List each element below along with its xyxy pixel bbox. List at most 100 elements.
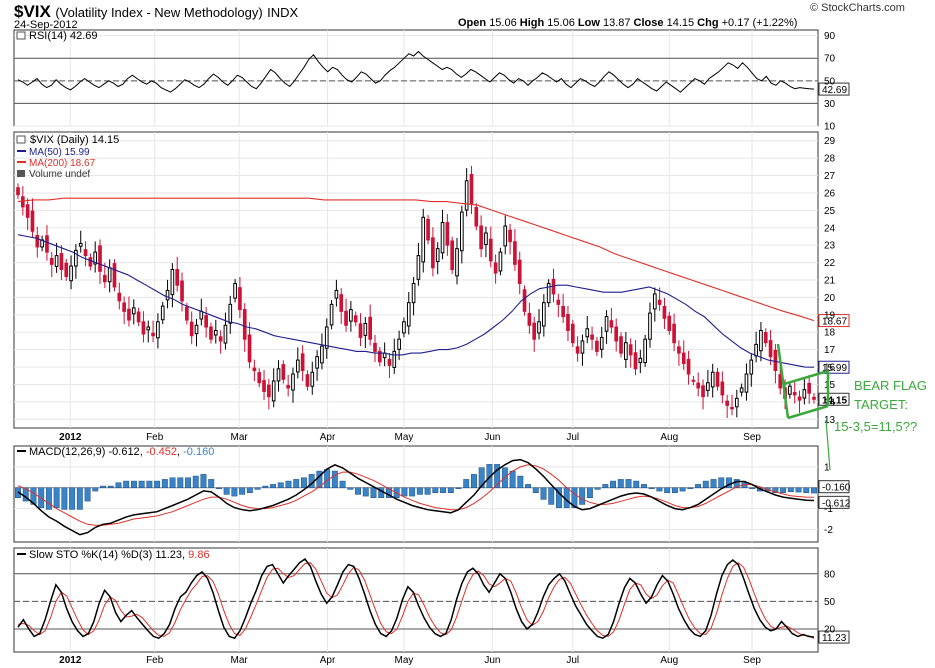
candle-body [599,336,604,350]
sto-legend: Slow STO %K(14) %D(3) 11.23, 9.86 [29,549,210,561]
candle-body [792,391,797,396]
open-label: Open [458,17,487,29]
price-xtick-label: Jul [566,432,579,443]
candle-body [223,324,228,344]
price-xtick-label: May [394,432,413,443]
candle-body [522,289,527,312]
macd-histogram-bar [169,477,176,488]
candle-body [464,180,469,211]
macd-histogram-bar [625,479,632,488]
candle-body [49,257,54,265]
macd-legend: MACD(12,26,9) -0.612, -0.452, -0.160 [29,446,214,458]
macd-histogram-bar [710,479,717,488]
price-ytick-label: 22 [824,258,836,269]
macd-hist-value: -0.160 [822,483,851,494]
candle-body [595,340,599,352]
price-ytick-label: 17 [824,345,836,356]
candle-body [329,303,334,326]
candle-body [657,299,662,305]
macd-histogram-bar [285,480,292,488]
candle-body [734,397,739,408]
flag-upper-line [783,369,829,386]
macd-histogram-bar [45,487,52,510]
macd-histogram-bar [130,480,137,488]
macd-histogram-bar [84,487,91,502]
macd-histogram-bar [339,480,346,488]
sto-xtick-label: Aug [660,655,678,666]
macd-histogram-bar [594,487,601,490]
sto-xtick-label: May [394,655,413,666]
candle-body [585,328,590,338]
macd-histogram-bar [679,487,686,492]
annotation-line-2: TARGET: [854,397,908,412]
candle-body [812,396,816,400]
candle-body [725,400,729,406]
candle-body [373,342,377,352]
low-value: 13.87 [602,17,631,29]
candle-body [706,382,710,391]
candle-body [662,305,667,319]
price-legend-swatch [16,135,26,144]
macd-histogram-bar [100,485,106,488]
macd-histogram-bar [223,487,230,495]
index-name: (Volatility Index - New Methodology) [55,5,263,20]
macd-histogram-bar [146,480,153,488]
macd-histogram-bar [107,485,114,488]
rsi-legend: RSI(14) 42.69 [29,30,97,42]
candle-body [204,315,208,328]
candle-body [69,265,73,282]
candle-body [402,321,406,334]
macd-histogram-bar [617,479,624,488]
macd-histogram-bar [455,487,462,489]
candle-body [122,302,126,312]
macd-histogram-bar [803,487,810,493]
macd-histogram-bar [69,487,76,510]
macd-histogram-bar [370,487,377,499]
candle-body [185,306,189,321]
chg-label: Chg [697,17,719,29]
candle-body [300,353,305,372]
macd-histogram-bar [208,479,215,488]
price-ytick-label: 25 [824,206,836,217]
candle-body [435,248,440,263]
candle-body [368,316,373,340]
price-ytick-label: 20 [824,293,836,304]
macd-histogram-bar [532,487,539,493]
candle-body [349,309,353,322]
macd-histogram-bar [749,487,756,489]
macd-histogram-bar [231,487,238,497]
candle-body [696,382,701,389]
candle-body [247,334,252,363]
candle-body [527,312,532,326]
rsi-ytick-label: 50 [824,76,836,87]
macd-histogram-bar [424,487,431,495]
candle-body [763,332,768,344]
macd-histogram-bar [262,485,269,488]
macd-histogram-bar [177,477,184,488]
macd-histogram-bar [362,487,369,497]
candle-body [20,196,25,208]
sto-xtick-label: 2012 [59,655,82,666]
candle-body [556,299,561,305]
candle-body [720,381,725,396]
candle-body [83,249,88,257]
candle-body [754,343,758,357]
price-ytick-label: 26 [824,188,836,199]
candle-body [281,364,286,380]
candle-body [802,389,807,399]
macd-histogram-bar [432,487,439,493]
candle-body [209,326,213,340]
price-xtick-label: Jun [484,432,500,443]
candle-body [440,222,445,254]
ohlc-summary: Open 15.06 High 15.06 Low 13.87 Close 14… [458,17,797,29]
price-xtick-label: 2012 [59,432,82,443]
candle-body [450,240,455,271]
exchange: INDX [267,5,299,20]
macd-line [17,458,815,536]
macd-panel: -0.160-0.612 [14,458,851,536]
candle-body [715,371,720,387]
macd-histogram-bar [115,482,122,488]
candle-body [455,248,459,277]
macd-histogram-bar [270,484,276,488]
candle-body [624,342,628,360]
